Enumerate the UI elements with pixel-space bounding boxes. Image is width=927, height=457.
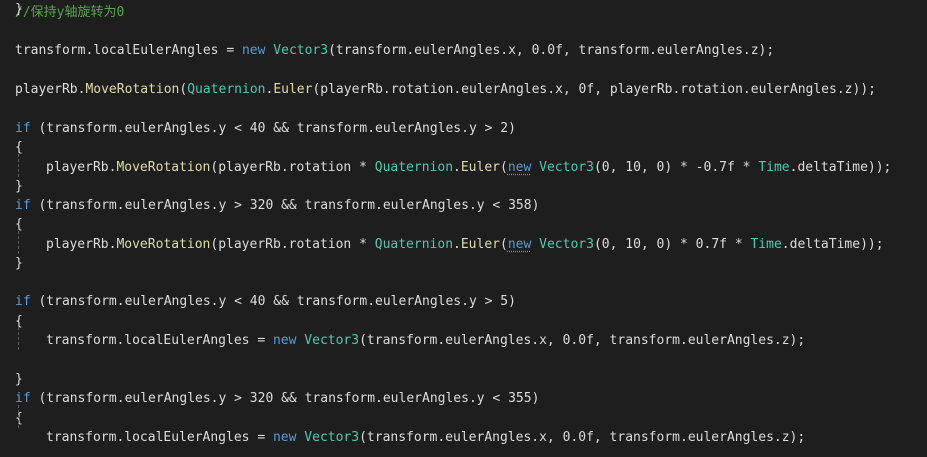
- code-token-text: (playerRb.rotation.eulerAngles.x, 0f, pl…: [312, 82, 876, 97]
- code-token-type: Quaternion: [374, 160, 454, 175]
- code-line[interactable]: }: [15, 254, 23, 274]
- code-token-text: .: [453, 160, 461, 175]
- code-token-text: transform.localEulerAngles =: [46, 430, 273, 445]
- code-token-text: transform.localEulerAngles =: [46, 333, 273, 348]
- code-token-type: Vector3: [304, 333, 360, 348]
- code-token-method: MoveRotation: [85, 82, 180, 97]
- code-token-text: {: [15, 217, 23, 232]
- code-token-text: (: [500, 160, 508, 175]
- code-token-text: (transform.eulerAngles.y < 40 && transfo…: [30, 121, 516, 136]
- code-token-type: Vector3: [539, 160, 594, 175]
- code-line[interactable]: playerRb.MoveRotation(Quaternion.Euler(p…: [15, 80, 876, 100]
- code-token-text: }: [15, 256, 23, 271]
- code-token-keyword: if: [15, 294, 31, 309]
- code-token-keyword: if: [15, 121, 31, 136]
- code-token-method: MoveRotation: [116, 237, 211, 252]
- code-token-text: (transform.eulerAngles.y > 320 && transf…: [30, 198, 540, 213]
- code-token-text: (playerRb.rotation *: [210, 237, 375, 252]
- code-token-keyword: if: [15, 391, 31, 406]
- code-token-type: Vector3: [304, 430, 360, 445]
- code-token-method: Euler: [460, 160, 500, 175]
- code-token-keyword: if: [15, 198, 31, 213]
- code-token-text: (: [500, 237, 508, 252]
- code-token-text: .: [453, 237, 461, 252]
- code-token-text: (transform.eulerAngles.x, 0.0f, transfor…: [359, 430, 806, 445]
- code-token-type: Quaternion: [187, 82, 266, 97]
- indent-guide: [18, 231, 19, 254]
- code-token-text: }: [15, 179, 23, 194]
- code-token-text: (0, 10, 0) * 0.7f *: [593, 237, 751, 252]
- code-token-text: playerRb.: [46, 237, 117, 252]
- code-token-text: (transform.eulerAngles.y > 320 && transf…: [30, 391, 540, 406]
- code-token-method: Euler: [460, 237, 500, 252]
- code-token-keyword: new: [241, 43, 266, 58]
- code-token-keyword: new: [272, 333, 297, 348]
- code-token-text: }: [15, 372, 23, 387]
- code-editor[interactable]: //保持y轴旋转为0 transform.localEulerAngles = n…: [0, 0, 927, 457]
- code-line[interactable]: if (transform.eulerAngles.y > 320 && tra…: [15, 389, 539, 409]
- code-token-method: MoveRotation: [116, 160, 211, 175]
- code-token-keyword: new: [507, 237, 532, 252]
- code-token-text: (transform.eulerAngles.x, 0.0f, transfor…: [359, 333, 806, 348]
- code-line[interactable]: }: [15, 370, 23, 390]
- code-token-text: (playerRb.rotation *: [210, 160, 375, 175]
- code-token-type: Vector3: [273, 43, 329, 58]
- code-token-method: Euler: [273, 82, 313, 97]
- indent-guide: [18, 405, 19, 428]
- code-token-text: playerRb.: [15, 82, 86, 97]
- code-token-keyword: new: [507, 160, 532, 175]
- code-token-text: .deltaTime));: [781, 237, 884, 252]
- indent-guide: [18, 154, 19, 177]
- code-token-keyword: new: [272, 430, 297, 445]
- code-token-type: Vector3: [539, 237, 594, 252]
- code-token-text: transform.localEulerAngles =: [15, 43, 242, 58]
- code-token-type: Quaternion: [374, 237, 454, 252]
- code-token-text: }: [15, 2, 23, 17]
- code-token-text: (0, 10, 0) * -0.7f *: [593, 160, 759, 175]
- code-line[interactable]: if (transform.eulerAngles.y < 40 && tran…: [15, 292, 516, 312]
- code-token-text: (transform.eulerAngles.x, 0.0f, transfor…: [328, 43, 775, 58]
- code-line[interactable]: transform.localEulerAngles = new Vector3…: [46, 428, 805, 448]
- code-line[interactable]: if (transform.eulerAngles.y < 40 && tran…: [15, 119, 516, 139]
- code-token-comment: //保持y轴旋转为0: [15, 5, 125, 20]
- code-line[interactable]: }: [15, 177, 23, 197]
- code-line[interactable]: playerRb.MoveRotation(playerRb.rotation …: [46, 235, 884, 255]
- indent-guide: [18, 327, 19, 350]
- code-line[interactable]: transform.localEulerAngles = new Vector3…: [15, 41, 774, 61]
- code-token-text: playerRb.: [46, 160, 117, 175]
- code-line[interactable]: playerRb.MoveRotation(playerRb.rotation …: [46, 158, 891, 178]
- code-line[interactable]: //保持y轴旋转为0: [15, 3, 124, 23]
- code-token-type: Time: [758, 160, 790, 175]
- code-token-text: .deltaTime));: [789, 160, 892, 175]
- code-line[interactable]: }: [15, 0, 23, 20]
- code-token-text: {: [15, 140, 23, 155]
- code-token-type: Time: [750, 237, 782, 252]
- code-line[interactable]: if (transform.eulerAngles.y > 320 && tra…: [15, 196, 539, 216]
- code-token-text: (transform.eulerAngles.y < 40 && transfo…: [30, 294, 516, 309]
- code-line[interactable]: transform.localEulerAngles = new Vector3…: [46, 331, 805, 351]
